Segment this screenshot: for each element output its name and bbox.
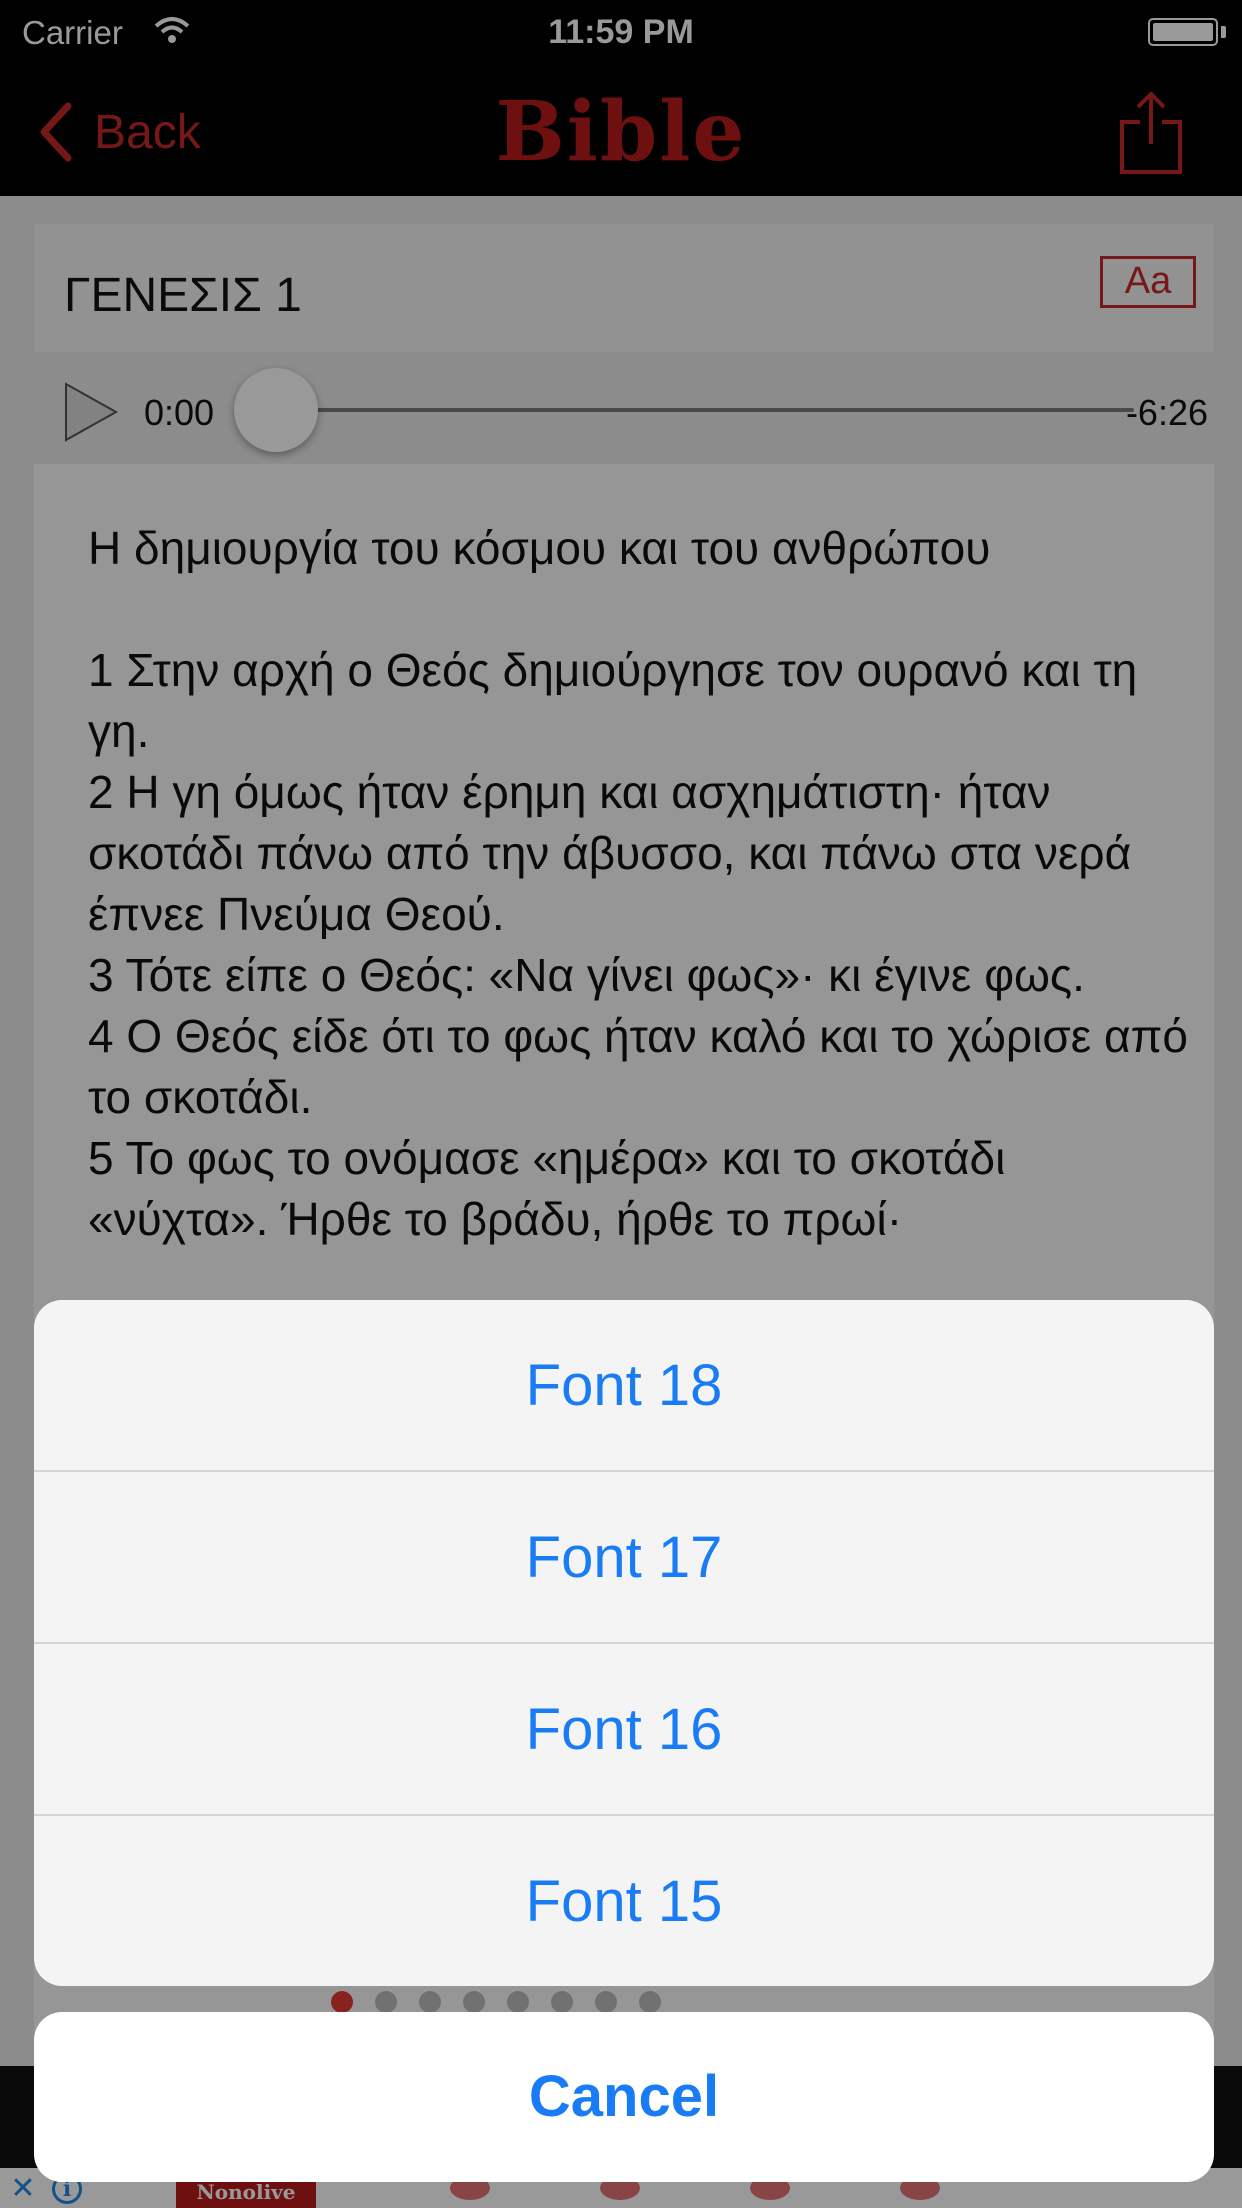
font-option-15[interactable]: Font 15 <box>34 1816 1214 1986</box>
font-action-sheet: Font 18 Font 17 Font 16 Font 15 <box>34 1300 1214 1986</box>
font-option-16[interactable]: Font 16 <box>34 1644 1214 1816</box>
font-option-17[interactable]: Font 17 <box>34 1472 1214 1644</box>
cancel-button[interactable]: Cancel <box>34 2012 1214 2182</box>
font-option-18[interactable]: Font 18 <box>34 1300 1214 1472</box>
